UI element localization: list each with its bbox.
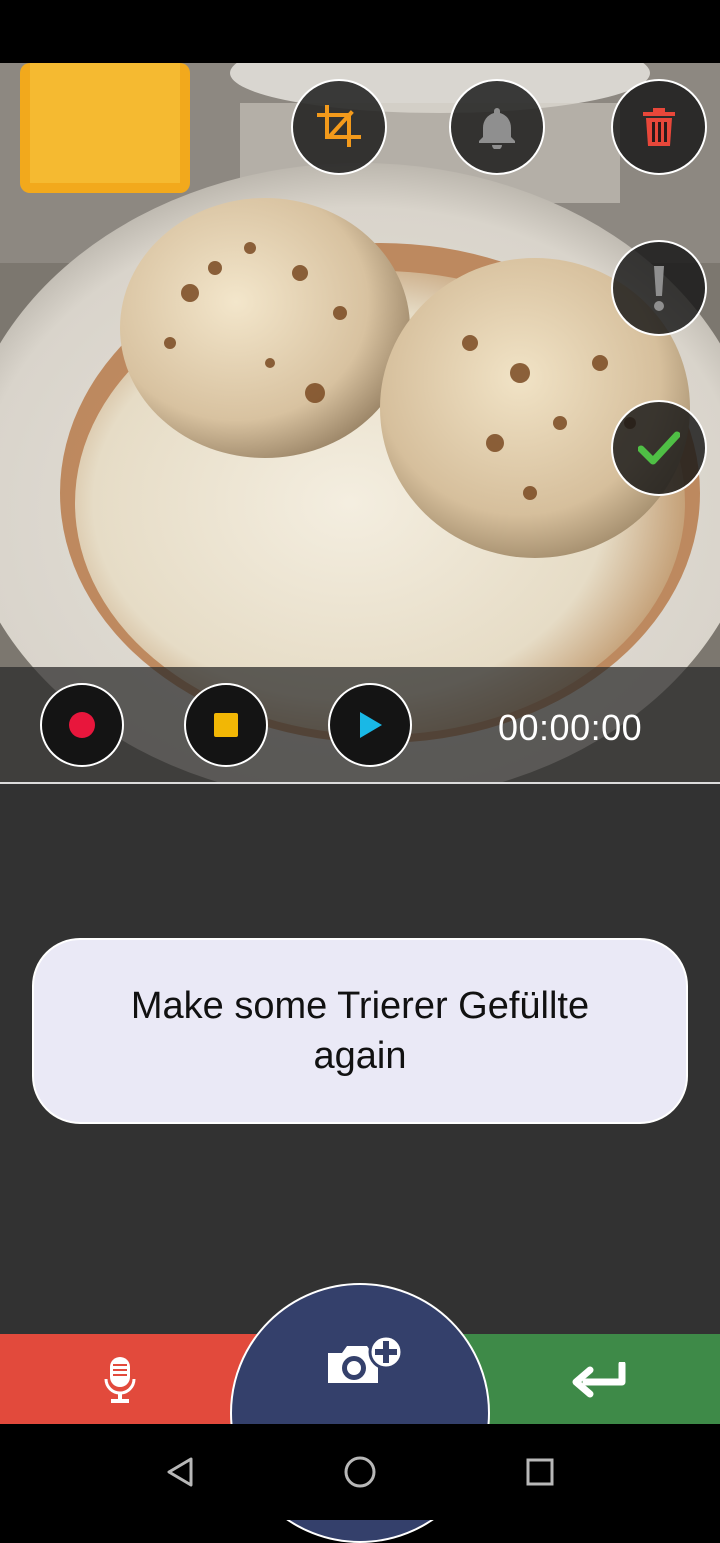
- alarm-button[interactable]: [449, 79, 545, 175]
- check-icon: [638, 431, 680, 465]
- microphone-icon: [96, 1352, 144, 1408]
- play-icon: [357, 711, 383, 739]
- audio-player-bar: 00:00:00: [0, 667, 720, 783]
- status-bar: [0, 0, 720, 63]
- stop-button[interactable]: [184, 683, 268, 767]
- note-text: Make some Trierer Gefüllte again: [130, 985, 590, 1077]
- photo-preview: 00:00:00: [0, 63, 720, 783]
- camera-add-icon: [324, 1334, 404, 1396]
- home-circle-icon: [344, 1456, 376, 1488]
- nav-home-button[interactable]: [338, 1450, 382, 1494]
- return-icon: [568, 1356, 632, 1404]
- nav-recents-button[interactable]: [518, 1450, 562, 1494]
- delete-button[interactable]: [611, 79, 707, 175]
- stop-icon: [213, 712, 239, 738]
- note-area: Make some Trierer Gefüllte again: [0, 784, 720, 1334]
- done-button[interactable]: [611, 400, 707, 496]
- record-icon: [68, 711, 96, 739]
- playback-timer: 00:00:00: [498, 707, 643, 748]
- record-button[interactable]: [40, 683, 124, 767]
- note-bubble[interactable]: Make some Trierer Gefüllte again: [32, 938, 688, 1124]
- exclamation-icon: [651, 264, 667, 312]
- back-triangle-icon: [167, 1457, 193, 1487]
- recents-square-icon: [526, 1458, 554, 1486]
- system-nav-bar: [0, 1424, 720, 1520]
- bell-icon: [477, 105, 517, 149]
- trash-icon: [641, 107, 677, 147]
- nav-back-button[interactable]: [158, 1450, 202, 1494]
- crop-icon: [317, 105, 361, 149]
- crop-button[interactable]: [291, 79, 387, 175]
- play-button[interactable]: [328, 683, 412, 767]
- priority-button[interactable]: [611, 240, 707, 336]
